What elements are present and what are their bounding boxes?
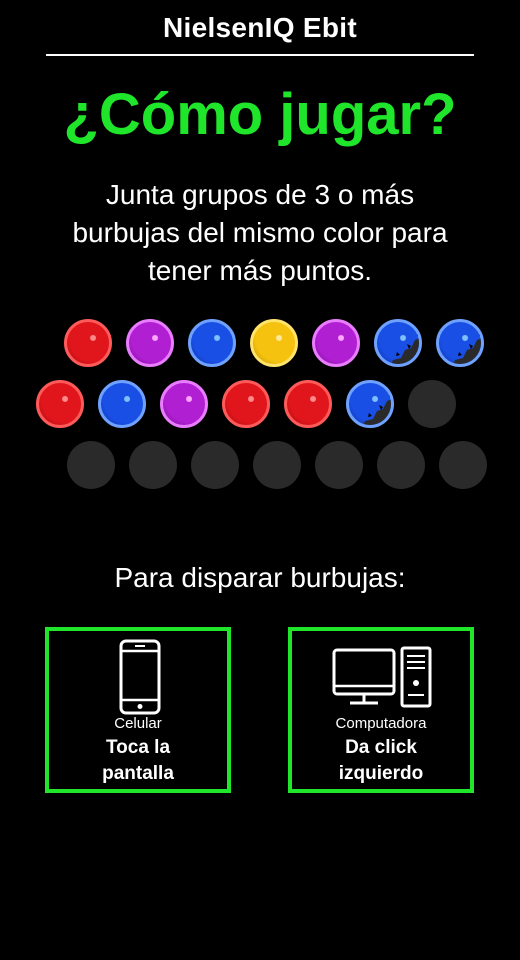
action-label-desktop: Da click izquierdo [338, 737, 424, 784]
empty-bubble-slot [408, 380, 456, 428]
fire-instructions-label: Para disparar burbujas: [114, 562, 406, 593]
page-title: ¿Cómo jugar? [63, 82, 457, 147]
bubble-red [284, 380, 332, 428]
bubble-blue-popping [436, 319, 484, 367]
action-label-mobile: Toca la pantalla [102, 737, 174, 784]
bubble-yellow [250, 319, 298, 367]
bubble-blue-popping [374, 319, 422, 367]
desktop-option-card: Computadora Da click izquierdo [288, 627, 474, 793]
bubble-blue-popping [346, 380, 394, 428]
header: NielsenIQ Ebit [46, 0, 474, 56]
brand-logo-text: NielsenIQ Ebit [162, 12, 358, 43]
empty-bubble-slot [191, 441, 239, 489]
mobile-option-card: Celular Toca la pantalla [45, 627, 231, 793]
bubble-blue [188, 319, 236, 367]
empty-bubble-slot [253, 441, 301, 489]
bubble-red [36, 380, 84, 428]
bubble-purple [126, 319, 174, 367]
device-label-mobile: Celular [114, 715, 162, 732]
empty-bubble-slot [377, 441, 425, 489]
bubble-red [222, 380, 270, 428]
bubble-red [64, 319, 112, 367]
smartphone-icon [49, 637, 227, 717]
empty-bubble-slot [129, 441, 177, 489]
device-label-desktop: Computadora [335, 715, 427, 732]
instructions-text: Junta grupos de 3 o más burbujas del mis… [72, 179, 448, 286]
empty-bubble-slot [315, 441, 363, 489]
bubble-blue [98, 380, 146, 428]
desktop-computer-icon [292, 637, 470, 717]
bubble-purple [312, 319, 360, 367]
bubble-purple [160, 380, 208, 428]
empty-bubble-slot [67, 441, 115, 489]
empty-bubble-slot [439, 441, 487, 489]
